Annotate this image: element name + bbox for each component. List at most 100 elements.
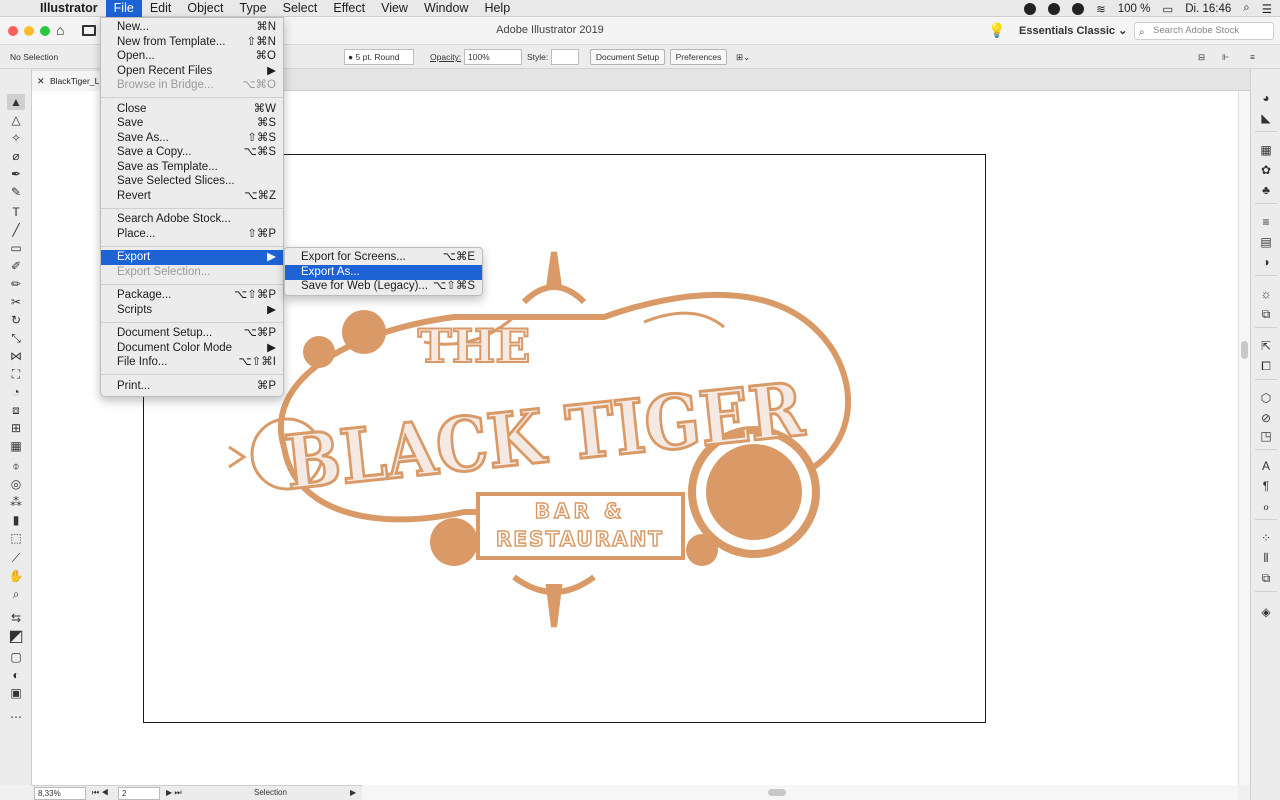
status-menu-icon[interactable]: ▶ xyxy=(350,786,356,800)
magic-wand-tool-icon[interactable]: ✧ xyxy=(7,130,25,146)
more-tools-icon[interactable]: ⋯ xyxy=(7,709,25,725)
direct-selection-tool-icon[interactable]: △ xyxy=(7,112,25,128)
width-tool-icon[interactable]: ⋈ xyxy=(7,348,25,364)
type-tool-icon[interactable]: T xyxy=(7,204,25,220)
menu-item-save[interactable]: Save ⌘S xyxy=(101,116,283,131)
stock-search-input[interactable]: ⌕ Search Adobe Stock xyxy=(1134,22,1274,40)
lasso-tool-icon[interactable]: ⌀ xyxy=(7,148,25,164)
fill-stroke-swatch[interactable]: ◩ xyxy=(7,629,25,645)
panel-menu-icon[interactable]: ≡ xyxy=(1250,50,1255,64)
menu-item-package[interactable]: Package... ⌥⇧⌘P xyxy=(101,288,283,303)
menu-item-close[interactable]: Close ⌘W xyxy=(101,102,283,117)
vertical-scrollbar[interactable] xyxy=(1238,91,1250,785)
selection-tool-icon[interactable]: ▲ xyxy=(7,94,25,110)
menu-item-revert[interactable]: Revert ⌥⌘Z xyxy=(101,189,283,204)
slice-tool-icon[interactable]: ⟋ xyxy=(7,550,25,566)
spotlight-icon[interactable]: ⌕ xyxy=(1243,2,1249,15)
creative-cloud-icon[interactable] xyxy=(1048,2,1061,15)
close-tab-icon[interactable]: ✕ xyxy=(37,71,45,91)
menu-item-export-for-screens[interactable]: Export for Screens... ⌥⌘E xyxy=(285,250,482,265)
menu-item-save-for-web[interactable]: Save for Web (Legacy)... ⌥⇧⌘S xyxy=(285,279,482,294)
menu-item-open-recent[interactable]: Open Recent Files ▶ xyxy=(101,64,283,79)
layers-icon[interactable]: ◈ xyxy=(1259,605,1273,619)
cc-libraries-icon[interactable]: ⬡ xyxy=(1259,391,1273,405)
zoom-tool-icon[interactable]: ⌕ xyxy=(7,586,25,602)
clock[interactable]: Di. 16:46 xyxy=(1185,3,1231,15)
tab-document[interactable]: ✕ BlackTiger_L xyxy=(32,71,102,91)
curvature-tool-icon[interactable]: ✎ xyxy=(7,184,25,200)
align-panel-icon[interactable]: ⫴ xyxy=(1259,551,1273,565)
checkmark-icon[interactable] xyxy=(1024,2,1037,15)
control-center-icon[interactable]: ☰ xyxy=(1262,2,1272,16)
menu-select[interactable]: Select xyxy=(275,0,326,17)
menu-view[interactable]: View xyxy=(373,0,416,17)
gradient-tool-icon[interactable]: ▦ xyxy=(7,438,25,454)
horizontal-scrollbar[interactable] xyxy=(362,785,1238,800)
symbols-icon[interactable]: ♣ xyxy=(1259,183,1273,197)
menu-item-place[interactable]: Place... ⇧⌘P xyxy=(101,227,283,242)
battery-label[interactable]: 100 % xyxy=(1118,3,1151,15)
eyedropper-tool-icon[interactable]: ⌽ xyxy=(7,458,25,474)
workspace-switcher[interactable]: Essentials Classic ⌄ xyxy=(1019,24,1127,37)
stroke-icon[interactable]: ≡ xyxy=(1259,215,1273,229)
column-graph-tool-icon[interactable]: ▮ xyxy=(7,512,25,528)
menu-effect[interactable]: Effect xyxy=(325,0,373,17)
shaper-tool-icon[interactable]: ✏ xyxy=(7,276,25,292)
scale-tool-icon[interactable]: ⤡ xyxy=(7,330,25,346)
menu-item-save-as[interactable]: Save As... ⇧⌘S xyxy=(101,131,283,146)
brushes-icon[interactable]: ✿ xyxy=(1259,163,1273,177)
graphic-styles-icon[interactable]: ⧉ xyxy=(1259,307,1273,321)
asset-export-icon[interactable]: ⇱ xyxy=(1259,339,1273,353)
image-trace-icon[interactable]: ◳ xyxy=(1259,429,1273,443)
paragraph-icon[interactable]: ¶ xyxy=(1259,479,1273,493)
drawing-mode-icon[interactable]: ◐ xyxy=(7,667,25,683)
shape-builder-tool-icon[interactable]: ◔ xyxy=(7,384,25,400)
rotate-tool-icon[interactable]: ↻ xyxy=(7,312,25,328)
menu-item-scripts[interactable]: Scripts ▶ xyxy=(101,303,283,318)
horizontal-scroll-thumb[interactable] xyxy=(768,789,786,796)
color-mode-icon[interactable]: ▢ xyxy=(7,649,25,665)
mesh-tool-icon[interactable]: ⊞ xyxy=(7,420,25,436)
battery-icon[interactable]: ▭ xyxy=(1162,2,1173,16)
color-panel-icon[interactable]: ◕ xyxy=(1259,91,1273,105)
perspective-grid-tool-icon[interactable]: ⧈ xyxy=(7,402,25,418)
rectangle-tool-icon[interactable]: ▭ xyxy=(7,240,25,256)
next-artboard-icon[interactable]: ▶ ⏭ xyxy=(166,786,182,800)
arrange-icon[interactable]: ⊞⌄ xyxy=(736,50,750,64)
transparency-icon[interactable]: ◑ xyxy=(1259,255,1273,269)
menu-item-new-from-template[interactable]: New from Template... ⇧⌘N xyxy=(101,35,283,50)
zoom-field[interactable]: 8,33% xyxy=(34,787,86,800)
preferences-button[interactable]: Preferences xyxy=(670,49,727,65)
menu-item-color-mode[interactable]: Document Color Mode ▶ xyxy=(101,341,283,356)
menu-item-save-template[interactable]: Save as Template... xyxy=(101,160,283,175)
menu-item-document-setup[interactable]: Document Setup... ⌥⌘P xyxy=(101,326,283,341)
swatches-icon[interactable]: ▦ xyxy=(1259,143,1273,157)
symbol-sprayer-tool-icon[interactable]: ⁂ xyxy=(7,494,25,510)
transform-icon[interactable]: ⊩ xyxy=(1222,50,1229,64)
menu-edit[interactable]: Edit xyxy=(142,0,180,17)
menu-item-new[interactable]: New... ⌘N xyxy=(101,20,283,35)
style-select[interactable] xyxy=(551,49,579,65)
menu-object[interactable]: Object xyxy=(179,0,231,17)
lightbulb-icon[interactable]: 💡 xyxy=(988,22,1005,39)
status-mode[interactable]: Selection xyxy=(254,786,287,800)
opacity-label[interactable]: Opacity: xyxy=(430,50,461,64)
menu-item-save-slices[interactable]: Save Selected Slices... xyxy=(101,174,283,189)
artboards-icon[interactable]: ⧠ xyxy=(1259,359,1273,373)
menu-item-search-stock[interactable]: Search Adobe Stock... xyxy=(101,212,283,227)
vertical-scroll-thumb[interactable] xyxy=(1241,341,1248,359)
menu-item-export-as[interactable]: Export As... xyxy=(285,265,482,280)
paintbrush-tool-icon[interactable]: ✐ xyxy=(7,258,25,274)
menu-item-print[interactable]: Print... ⌘P xyxy=(101,379,283,394)
artboard-number-field[interactable]: 2 xyxy=(118,787,160,800)
menu-type[interactable]: Type xyxy=(232,0,275,17)
menu-file[interactable]: File xyxy=(105,0,142,17)
scissors-tool-icon[interactable]: ✂ xyxy=(7,294,25,310)
artboard-tool-icon[interactable]: ⬚ xyxy=(7,530,25,546)
menu-item-export[interactable]: Export ▶ xyxy=(101,250,283,265)
menu-app-illustrator[interactable]: Illustrator xyxy=(34,0,106,17)
screen-mode-icon[interactable]: ▣ xyxy=(7,685,25,701)
appearance-icon[interactable]: ☼ xyxy=(1259,287,1273,301)
menu-item-save-copy[interactable]: Save a Copy... ⌥⌘S xyxy=(101,145,283,160)
location-icon[interactable] xyxy=(1072,2,1085,15)
